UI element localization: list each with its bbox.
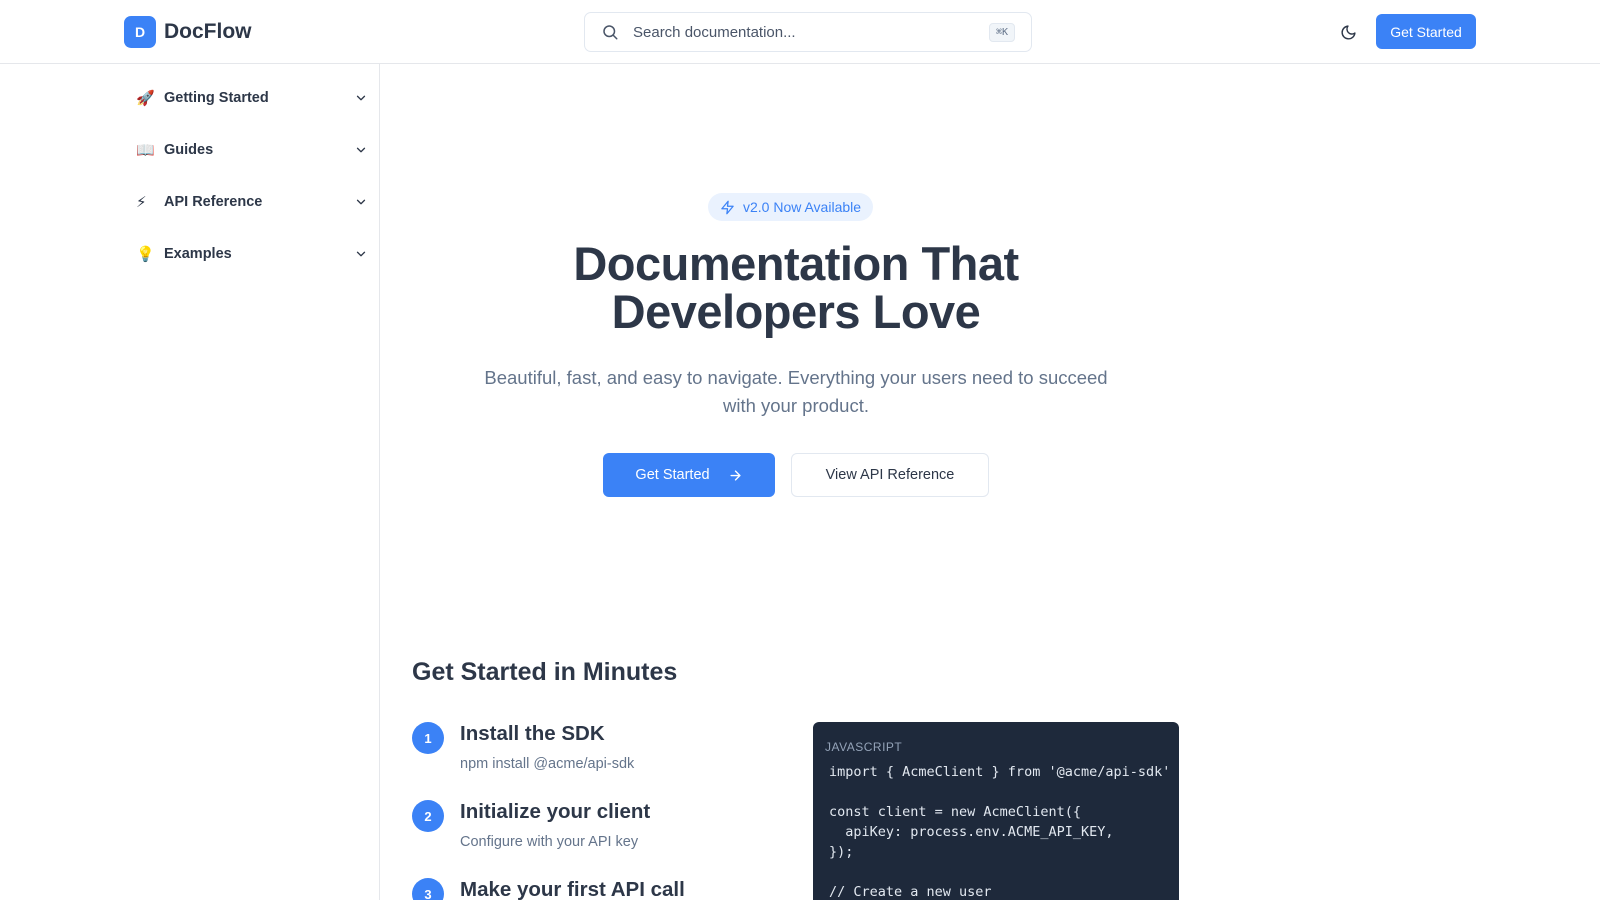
chevron-down-icon[interactable] xyxy=(354,195,368,209)
code-block[interactable]: import { AcmeClient } from '@acme/api-sd… xyxy=(829,762,1170,900)
chevron-down-icon[interactable] xyxy=(354,247,368,261)
rocket-icon: 🚀 xyxy=(136,90,155,107)
version-badge[interactable]: v2.0 Now Available xyxy=(708,193,874,221)
search-shortcut-badge: ⌘K xyxy=(988,22,1015,42)
hero-subtitle: Beautiful, fast, and easy to navigate. E… xyxy=(484,367,1108,416)
chevron-down-icon[interactable] xyxy=(354,143,368,157)
sidebar-item-guides[interactable]: 📖 Guides xyxy=(136,130,368,170)
version-badge-label: v2.0 Now Available xyxy=(743,199,862,215)
step-title: Initialize your client xyxy=(460,800,651,823)
arrow-right-icon xyxy=(730,469,741,481)
get-started-button-label: Get Started xyxy=(635,467,710,483)
view-api-reference-button[interactable]: View API Reference xyxy=(791,453,989,497)
hero-title: Documentation That Developers Love xyxy=(496,240,1096,336)
logo[interactable]: D DocFlow xyxy=(124,16,252,48)
step-description: npm install @acme/api-sdk xyxy=(460,756,635,772)
sidebar-item-getting-started[interactable]: 🚀 Getting Started xyxy=(136,78,368,118)
section-title: Get Started in Minutes xyxy=(412,658,678,686)
sidebar-item-label: Guides xyxy=(164,142,214,158)
top-header: D DocFlow Search documentation... ⌘K Get… xyxy=(0,0,1600,64)
step-number-badge: 1 xyxy=(412,722,444,754)
search-icon xyxy=(603,25,618,40)
lightning-icon: ⚡ xyxy=(136,194,147,211)
app-name: DocFlow xyxy=(164,20,252,43)
get-started-button[interactable]: Get Started xyxy=(603,453,775,497)
code-language-label: JAVASCRIPT xyxy=(825,740,903,754)
hero-title-line-1: Documentation That xyxy=(573,237,1019,290)
sidebar-item-label: Examples xyxy=(164,246,232,262)
moon-icon xyxy=(1341,24,1356,39)
search-placeholder: Search documentation... xyxy=(633,23,796,41)
step-item: 2 Initialize your client Configure with … xyxy=(412,800,792,860)
sidebar-item-label: Getting Started xyxy=(164,90,269,106)
code-example: JAVASCRIPT import { AcmeClient } from '@… xyxy=(813,722,1179,900)
lightning-icon xyxy=(721,200,734,214)
step-description: Configure with your API key xyxy=(460,834,639,850)
lightbulb-icon: 💡 xyxy=(136,246,155,263)
step-title: Install the SDK xyxy=(460,722,605,745)
sidebar-item-label: API Reference xyxy=(164,194,263,210)
step-item: 1 Install the SDK npm install @acme/api-… xyxy=(412,722,792,782)
sidebar: 🚀 Getting Started 📖 Guides ⚡ API Referen… xyxy=(0,64,380,900)
step-item: 3 Make your first API call xyxy=(412,878,792,900)
book-icon: 📖 xyxy=(136,142,155,159)
sidebar-item-api-reference[interactable]: ⚡ API Reference xyxy=(136,182,368,222)
chevron-down-icon[interactable] xyxy=(354,91,368,105)
logo-mark: D xyxy=(124,16,156,48)
step-number-badge: 3 xyxy=(412,878,444,900)
hero-title-line-2: Developers Love xyxy=(611,285,981,338)
step-number-badge: 2 xyxy=(412,800,444,832)
theme-toggle-button[interactable] xyxy=(1336,20,1360,44)
search-input[interactable]: Search documentation... ⌘K xyxy=(584,12,1032,52)
step-title: Make your first API call xyxy=(460,878,685,900)
sidebar-item-examples[interactable]: 💡 Examples xyxy=(136,234,368,274)
header-get-started-button[interactable]: Get Started xyxy=(1376,14,1476,49)
